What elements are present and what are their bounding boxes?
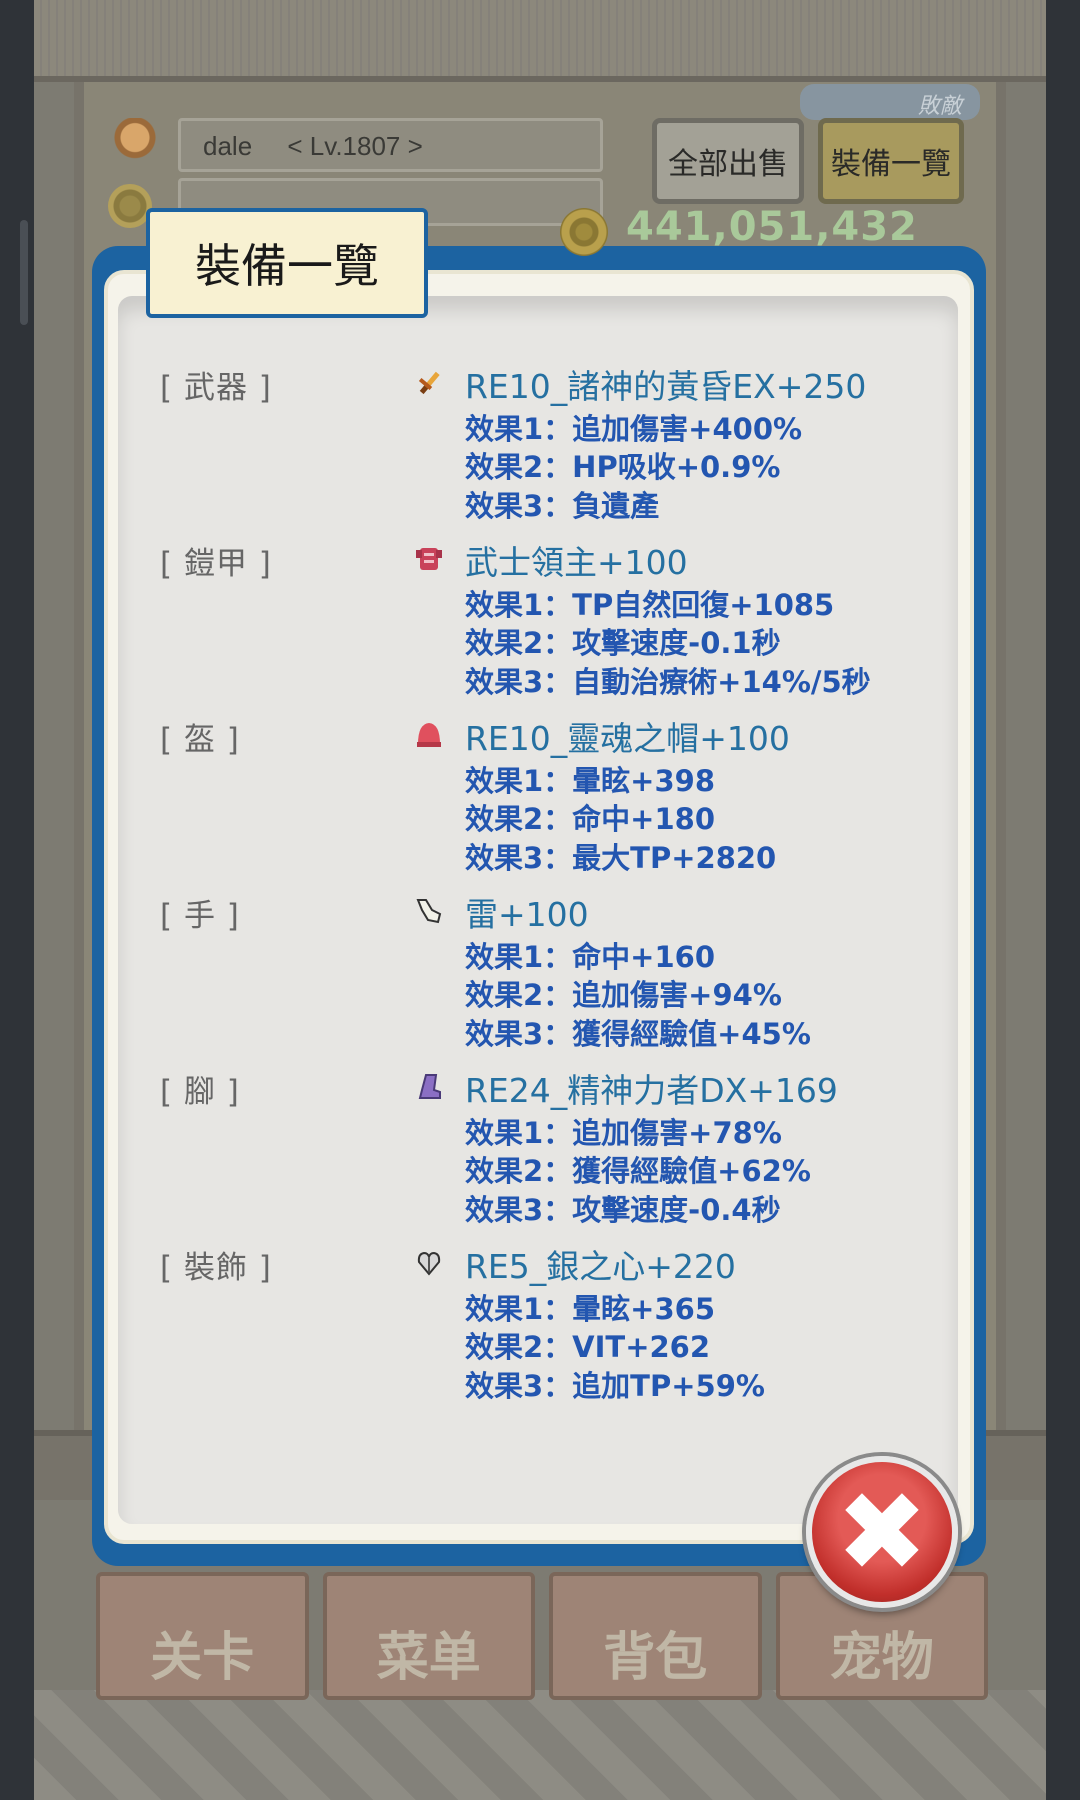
slot-label: [ 鎧甲 ] <box>160 546 272 582</box>
equip-list-button[interactable]: 裝備一覽 <box>818 118 964 204</box>
boot-icon <box>418 1074 441 1099</box>
nav-stage-button[interactable]: 关卡 <box>96 1572 309 1700</box>
slot-label: [ 盔 ] <box>160 722 240 758</box>
slot-label: [ 腳 ] <box>160 1074 240 1110</box>
player-name: dale <box>203 131 253 161</box>
nav-menu-button[interactable]: 菜单 <box>322 1572 535 1700</box>
item-effect: 效果1：追加傷害+78% <box>465 1116 782 1150</box>
item-effect: 效果2：追加傷害+94% <box>465 978 782 1012</box>
item-effect: 效果3：自動治療術+14%/5秒 <box>465 665 871 699</box>
item-effect: 效果1：追加傷害+400% <box>465 412 803 446</box>
item-effect: 效果2：HP吸收+0.9% <box>465 450 781 484</box>
helmet-icon <box>417 723 441 747</box>
item-effect: 效果3：攻擊速度-0.4秒 <box>465 1193 781 1227</box>
item-name: RE24_精神力者DX+169 <box>465 1071 838 1110</box>
player-info: dale < Lv.1807 > <box>178 118 603 172</box>
item-effect: 效果3：最大TP+2820 <box>465 841 777 875</box>
slot-label: [ 裝飾 ] <box>160 1250 272 1286</box>
item-name: 武士領主+100 <box>465 543 688 582</box>
gold-coin-icon <box>560 208 608 256</box>
player-level: < Lv.1807 > <box>287 131 423 161</box>
close-button[interactable]: ✖ <box>806 1456 958 1608</box>
glove-icon <box>416 899 442 924</box>
item-effect: 效果3：獲得經驗值+45% <box>465 1017 811 1051</box>
item-name: RE5_銀之心+220 <box>465 1247 736 1286</box>
item-effect: 效果1：暈眩+398 <box>465 764 716 798</box>
item-name: RE10_諸神的黃昏EX+250 <box>465 367 867 406</box>
item-effect: 效果1：命中+160 <box>465 940 716 974</box>
scrollbar[interactable] <box>20 220 28 325</box>
armor-icon <box>416 548 442 570</box>
item-effect: 效果3：負遺產 <box>465 489 660 523</box>
close-icon: ✖ <box>835 1468 929 1596</box>
gold-amount: 441,051,432 <box>626 204 918 250</box>
nav-bag-button[interactable]: 背包 <box>549 1572 762 1700</box>
item-name: 雷+100 <box>465 895 589 934</box>
item-effect: 效果2：獲得經驗值+62% <box>465 1154 811 1188</box>
slot-label: [ 手 ] <box>160 898 240 934</box>
item-name: RE10_靈魂之帽+100 <box>465 719 790 758</box>
sell-all-button[interactable]: 全部出售 <box>652 118 804 204</box>
item-effect: 效果1：暈眩+365 <box>465 1292 716 1326</box>
item-effect: 效果2：命中+180 <box>465 802 716 836</box>
item-effect: 效果3：追加TP+59% <box>465 1369 765 1403</box>
sword-icon <box>418 371 440 395</box>
item-effect: 效果2：VIT+262 <box>465 1330 711 1364</box>
item-effect: 效果2：攻擊速度-0.1秒 <box>465 626 781 660</box>
heart-amulet-icon <box>417 1251 441 1276</box>
floor <box>34 1690 1046 1800</box>
player-avatar <box>110 118 160 174</box>
item-effect: 效果1：TP自然回復+1085 <box>465 588 835 622</box>
modal-title: 裝備一覽 <box>146 208 428 318</box>
wooden-header <box>34 0 1046 82</box>
slot-label: [ 武器 ] <box>160 370 272 406</box>
defeat-badge: 敗敵 <box>800 84 980 120</box>
